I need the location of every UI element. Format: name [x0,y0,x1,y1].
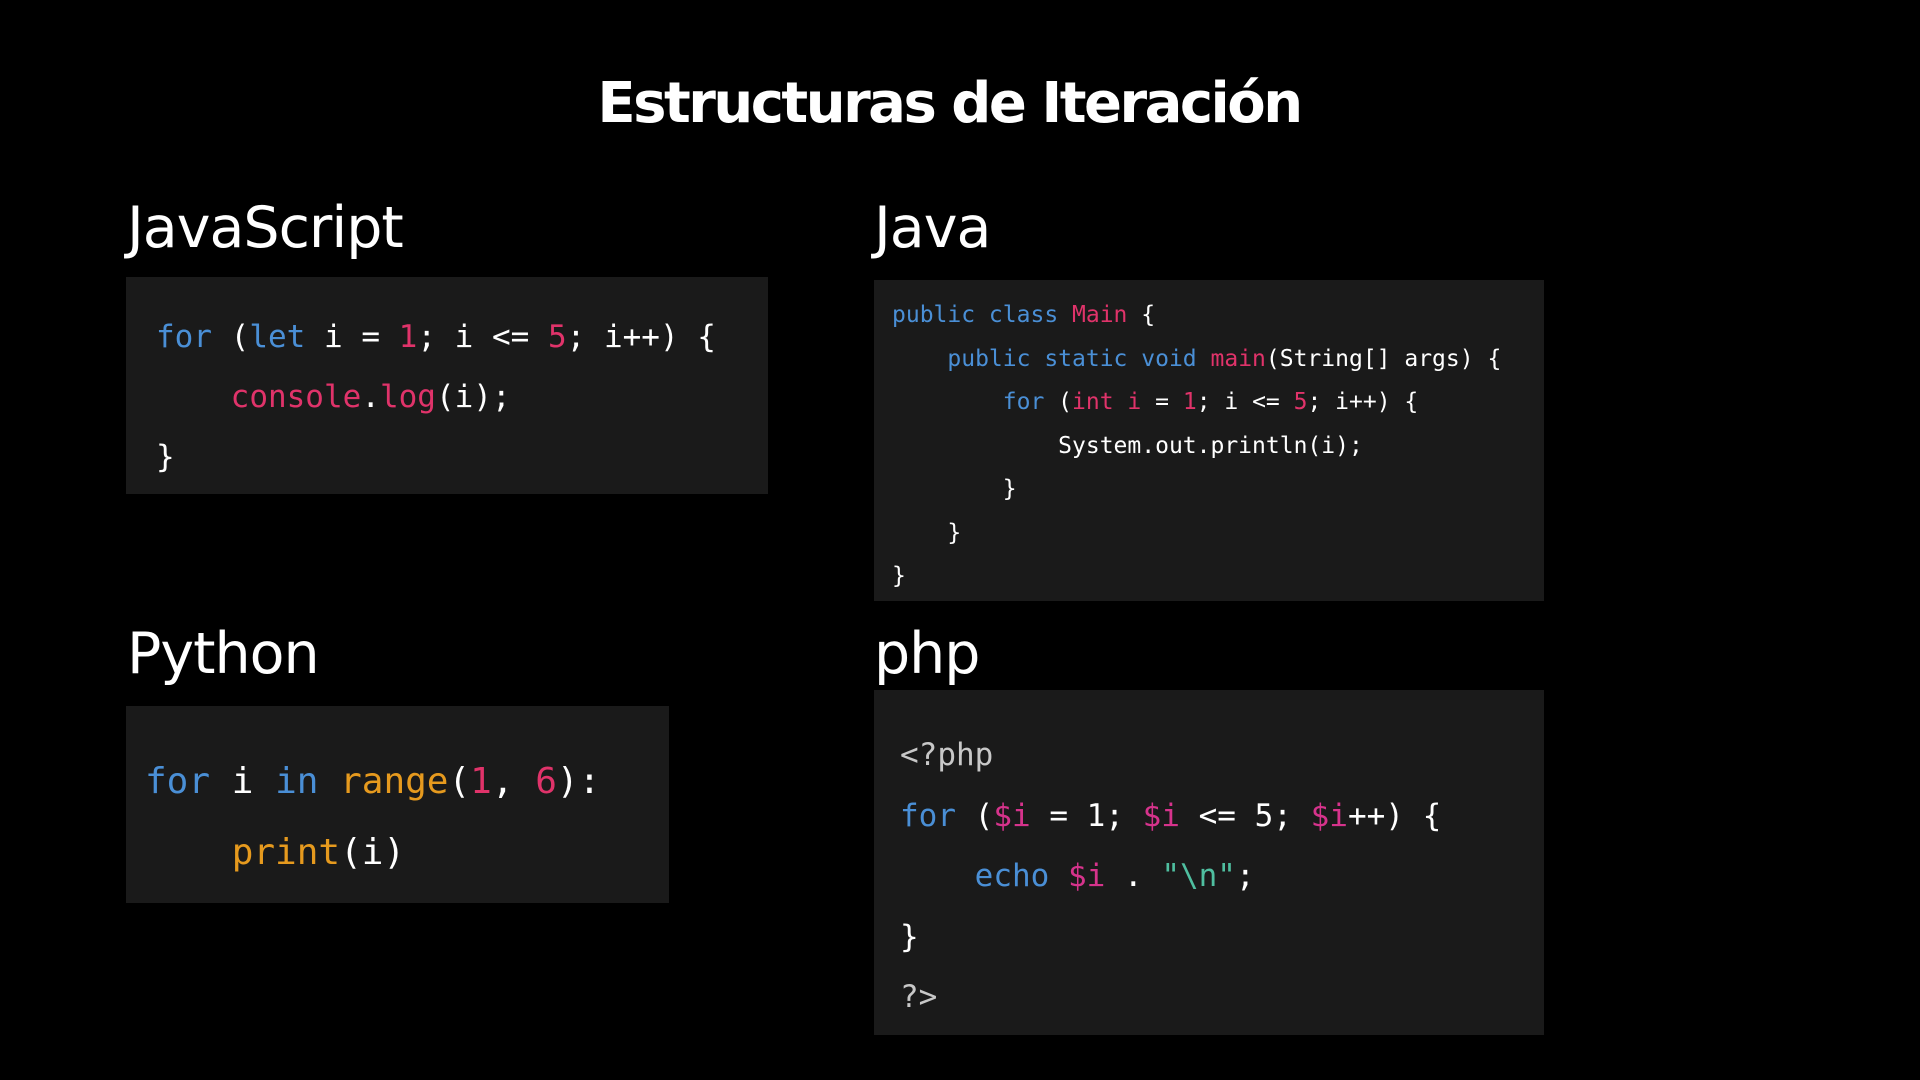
php-code-line: ?> [900,967,1544,1028]
php-code-block: <?php for ($i = 1; $i <= 5; $i++) { echo … [874,690,1544,1035]
code-token: ; i <= [417,319,548,355]
code-token: "\n" [1161,858,1236,894]
java-code-block: public class Main { public static void m… [874,280,1544,601]
code-token: for [1002,389,1045,415]
code-token: ; i++) { [1307,389,1419,415]
code-token: (i) [340,832,406,873]
code-token: i = [305,319,399,355]
code-token: = [1141,389,1183,415]
java-code-line: } [892,512,1544,556]
code-token: echo [974,858,1050,894]
code-token: $i [1142,797,1180,834]
code-token: public class [892,302,1073,328]
javascript-code-line: } [156,427,768,487]
java-code-line: } [892,468,1544,512]
code-token: System.out.println(i); [892,432,1363,459]
code-token: } [156,439,175,475]
python-code-line: for i in range(1, 6): [145,746,669,817]
code-token: ++) { [1347,797,1442,834]
code-token: $i [993,797,1031,834]
code-token: 1 [398,319,418,355]
php-code-line: for ($i = 1; $i <= 5; $i++) { [900,786,1544,847]
code-token: (String[] args) { [1265,345,1502,372]
java-label: Java [874,195,991,261]
code-token: ; i++) { [566,319,716,355]
php-label: php [874,621,980,687]
code-token: , [491,761,536,802]
code-token: ; [1235,858,1255,894]
code-token: } [892,519,962,546]
javascript-code-line: console.log(i); [156,367,768,427]
code-token: 6 [535,761,557,802]
code-token: (i); [435,379,511,415]
code-token: $i [1067,858,1106,894]
code-token: = 1; [1030,797,1143,834]
javascript-label: JavaScript [127,195,404,261]
code-token: Main [1072,302,1128,328]
code-token: ?> [900,979,938,1015]
code-token: } [892,563,906,589]
java-code-line: public static void main(String[] args) { [892,338,1544,382]
code-token: in [275,761,319,802]
php-code-line: echo $i . "\n"; [900,846,1544,907]
code-token: 1 [1182,389,1197,415]
javascript-code-block: for (let i = 1; i <= 5; i++) { console.l… [126,277,768,494]
code-token: . [1105,858,1162,894]
python-code-block: for i in range(1, 6): print(i) [126,706,669,903]
code-token: ): [556,761,601,802]
code-token: <?php [900,737,994,773]
java-code-line: public class Main { [892,294,1544,338]
code-token: { [1127,302,1156,328]
code-token: i [210,761,276,802]
code-token: log [379,379,436,415]
python-label: Python [127,621,320,687]
php-code-line: <?php [900,725,1544,786]
javascript-code-line: for (let i = 1; i <= 5; i++) { [156,307,768,367]
code-token: ( [448,761,471,802]
slide-title: Estructuras de Iteración [597,71,1303,136]
java-code-line: for (int i = 1; i <= 5; i++) { [892,381,1544,425]
code-token: 5 [1293,389,1308,415]
code-token: int i [1072,389,1142,415]
code-token: } [900,918,919,955]
code-token: for [145,761,211,802]
code-token: let [249,319,306,355]
code-token: print [231,832,341,873]
code-token: ( [956,797,994,834]
java-code-line: System.out.println(i); [892,425,1544,469]
code-token: ( [212,319,250,355]
code-token: <= 5; [1179,797,1311,834]
php-code-line: } [900,907,1544,968]
code-token: for [900,797,956,834]
java-code-line: } [892,555,1544,599]
code-token: 5 [547,319,567,355]
code-token: for [156,319,212,355]
code-token: console [230,379,362,415]
python-code-line: print(i) [145,817,669,888]
code-token: ( [1044,389,1073,415]
code-token: $i [1310,797,1348,834]
code-token: 1 [470,761,492,802]
code-token: range [340,761,449,802]
code-token: } [892,476,1017,502]
code-token: . [361,379,380,415]
code-token: ; i <= [1196,389,1294,415]
code-token: public static void [947,345,1211,372]
code-token: main [1210,345,1266,372]
